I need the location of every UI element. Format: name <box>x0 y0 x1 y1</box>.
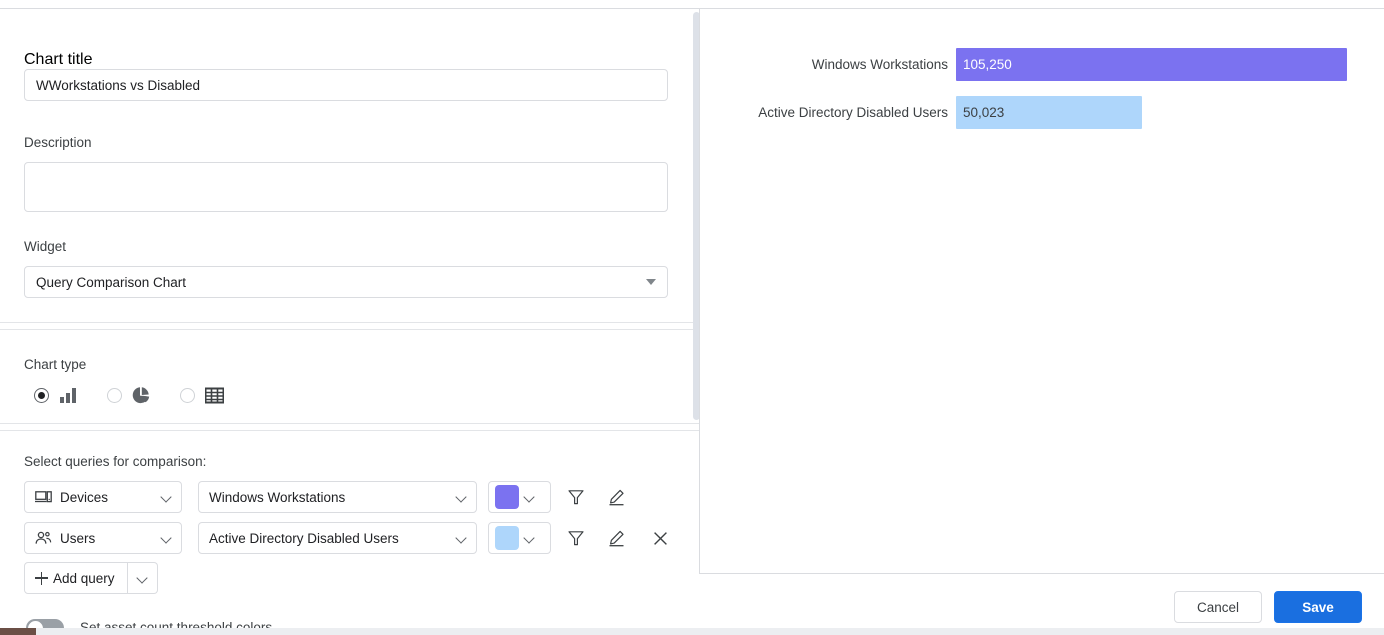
module-value: Users <box>60 530 96 546</box>
chevron-down-icon <box>646 279 656 285</box>
color-select[interactable] <box>488 481 551 513</box>
chevron-down-icon <box>137 573 148 584</box>
add-query-dropdown-button[interactable] <box>127 562 158 594</box>
page-scrollbar-thumb[interactable] <box>0 628 36 635</box>
funnel-icon[interactable] <box>565 486 587 508</box>
pencil-icon[interactable] <box>605 527 627 549</box>
chart-title-label: Chart title <box>24 51 93 68</box>
select-queries-label: Select queries for comparison: <box>24 454 207 469</box>
query-row: Devices Windows Workstations <box>24 481 627 513</box>
chart-type-options <box>34 384 225 406</box>
save-button[interactable]: Save <box>1274 591 1362 623</box>
close-x-icon[interactable] <box>649 527 671 549</box>
chevron-down-icon <box>456 533 467 544</box>
cancel-button[interactable]: Cancel <box>1174 591 1262 623</box>
add-query-label: Add query <box>53 570 115 586</box>
chart-preview-panel: Windows Workstations 105,250 Active Dire… <box>699 9 1384 574</box>
module-select-devices[interactable]: Devices <box>24 481 182 513</box>
color-swatch <box>495 526 519 550</box>
page-scrollbar-track[interactable] <box>0 628 1384 635</box>
chevron-down-icon <box>161 533 172 544</box>
section-divider-4 <box>0 430 700 431</box>
query-row: Users Active Directory Disabled Users <box>24 522 671 554</box>
chevron-down-icon <box>456 492 467 503</box>
bar-value-label: 105,250 <box>963 57 1012 72</box>
query-select-ad-disabled-users[interactable]: Active Directory Disabled Users <box>198 522 477 554</box>
query-value: Active Directory Disabled Users <box>209 530 399 546</box>
chevron-down-icon <box>524 492 535 503</box>
color-select[interactable] <box>488 522 551 554</box>
widget-select[interactable]: Query Comparison Chart <box>24 266 668 298</box>
query-value: Windows Workstations <box>209 489 346 505</box>
chart-editor-screen: Chart title WWorkstations vs Disabled De… <box>0 0 1384 635</box>
query-select-windows-workstations[interactable]: Windows Workstations <box>198 481 477 513</box>
bar-ad-disabled-users[interactable]: 50,023 <box>956 96 1142 129</box>
chart-type-radio-pie[interactable] <box>107 387 122 403</box>
color-swatch <box>495 485 519 509</box>
chevron-down-icon <box>161 492 172 503</box>
funnel-icon[interactable] <box>565 527 587 549</box>
bar-windows-workstations[interactable]: 105,250 <box>956 48 1347 81</box>
table-grid-icon[interactable] <box>203 384 225 406</box>
widget-label: Widget <box>24 239 67 254</box>
chart-bar-row: Active Directory Disabled Users 50,023 <box>700 96 1384 129</box>
chevron-down-icon <box>524 533 535 544</box>
add-query-button[interactable]: Add query <box>24 562 128 594</box>
section-divider-2 <box>0 329 700 330</box>
pencil-icon[interactable] <box>605 486 627 508</box>
bar-chart-icon[interactable] <box>57 384 79 406</box>
chart-type-radio-bar[interactable] <box>34 387 49 403</box>
devices-icon <box>35 489 52 506</box>
chart-config-panel: Chart title WWorkstations vs Disabled De… <box>0 9 700 635</box>
bar-category-label: Active Directory Disabled Users <box>758 105 948 120</box>
description-label: Description <box>24 135 92 150</box>
section-divider-3 <box>0 423 700 424</box>
users-icon <box>35 530 52 547</box>
module-value: Devices <box>60 489 109 505</box>
add-query-group: Add query <box>24 562 158 594</box>
bar-value-label: 50,023 <box>963 105 1005 120</box>
module-select-users[interactable]: Users <box>24 522 182 554</box>
chart-title-value: WWorkstations vs Disabled <box>36 77 201 93</box>
chart-type-label: Chart type <box>24 357 87 372</box>
section-divider-1 <box>0 322 700 323</box>
chart-type-radio-table[interactable] <box>180 387 195 403</box>
chart-title-input[interactable]: WWorkstations vs Disabled <box>24 69 668 101</box>
bar-category-label: Windows Workstations <box>811 57 948 72</box>
pie-chart-icon[interactable] <box>130 384 152 406</box>
widget-value: Query Comparison Chart <box>36 274 187 290</box>
plus-icon <box>35 571 48 585</box>
chart-bar-row: Windows Workstations 105,250 <box>700 48 1384 81</box>
description-input[interactable] <box>24 162 668 212</box>
dialog-footer: Cancel Save <box>1174 591 1362 623</box>
